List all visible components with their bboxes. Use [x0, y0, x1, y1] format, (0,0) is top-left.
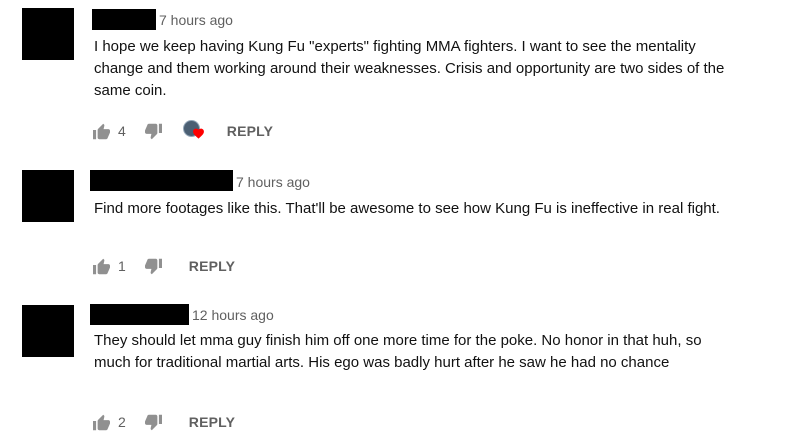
thumbs-up-icon[interactable] — [92, 414, 111, 431]
like-count: 2 — [118, 414, 126, 430]
avatar[interactable] — [22, 170, 74, 222]
comment-text: Find more footages like this. That'll be… — [94, 200, 720, 217]
thumbs-down-icon[interactable] — [144, 123, 163, 140]
comment: 12 hours ago They should let mma guy fin… — [0, 300, 800, 443]
like-count: 4 — [118, 123, 126, 139]
author-name-redacted[interactable] — [90, 304, 189, 325]
comment-timestamp[interactable]: 7 hours ago — [159, 11, 233, 29]
thumbs-down-icon[interactable] — [144, 258, 163, 275]
comment-actions: 1 REPLY — [92, 254, 235, 278]
comment: 7 hours ago I hope we keep having Kung F… — [0, 0, 800, 150]
comment-actions: 4 REPLY — [92, 119, 273, 143]
creator-heart-icon — [182, 120, 205, 142]
comment-text: I hope we keep having Kung Fu "experts" … — [94, 38, 725, 99]
reply-button[interactable]: REPLY — [189, 414, 235, 430]
thumbs-down-icon[interactable] — [144, 414, 163, 431]
reply-button[interactable]: REPLY — [227, 123, 273, 139]
author-name-redacted[interactable] — [92, 9, 156, 30]
thumbs-up-icon[interactable] — [92, 258, 111, 275]
comment-timestamp[interactable]: 12 hours ago — [192, 306, 274, 324]
avatar[interactable] — [22, 305, 74, 357]
thumbs-up-icon[interactable] — [92, 123, 111, 140]
comment-timestamp[interactable]: 7 hours ago — [236, 173, 310, 191]
comment-text: They should let mma guy finish him off o… — [94, 332, 702, 371]
avatar[interactable] — [22, 8, 74, 60]
author-name-redacted[interactable] — [90, 170, 233, 191]
comment: 7 hours ago Find more footages like this… — [0, 165, 800, 295]
like-count: 1 — [118, 258, 126, 274]
comment-actions: 2 REPLY — [92, 410, 235, 434]
reply-button[interactable]: REPLY — [189, 258, 235, 274]
